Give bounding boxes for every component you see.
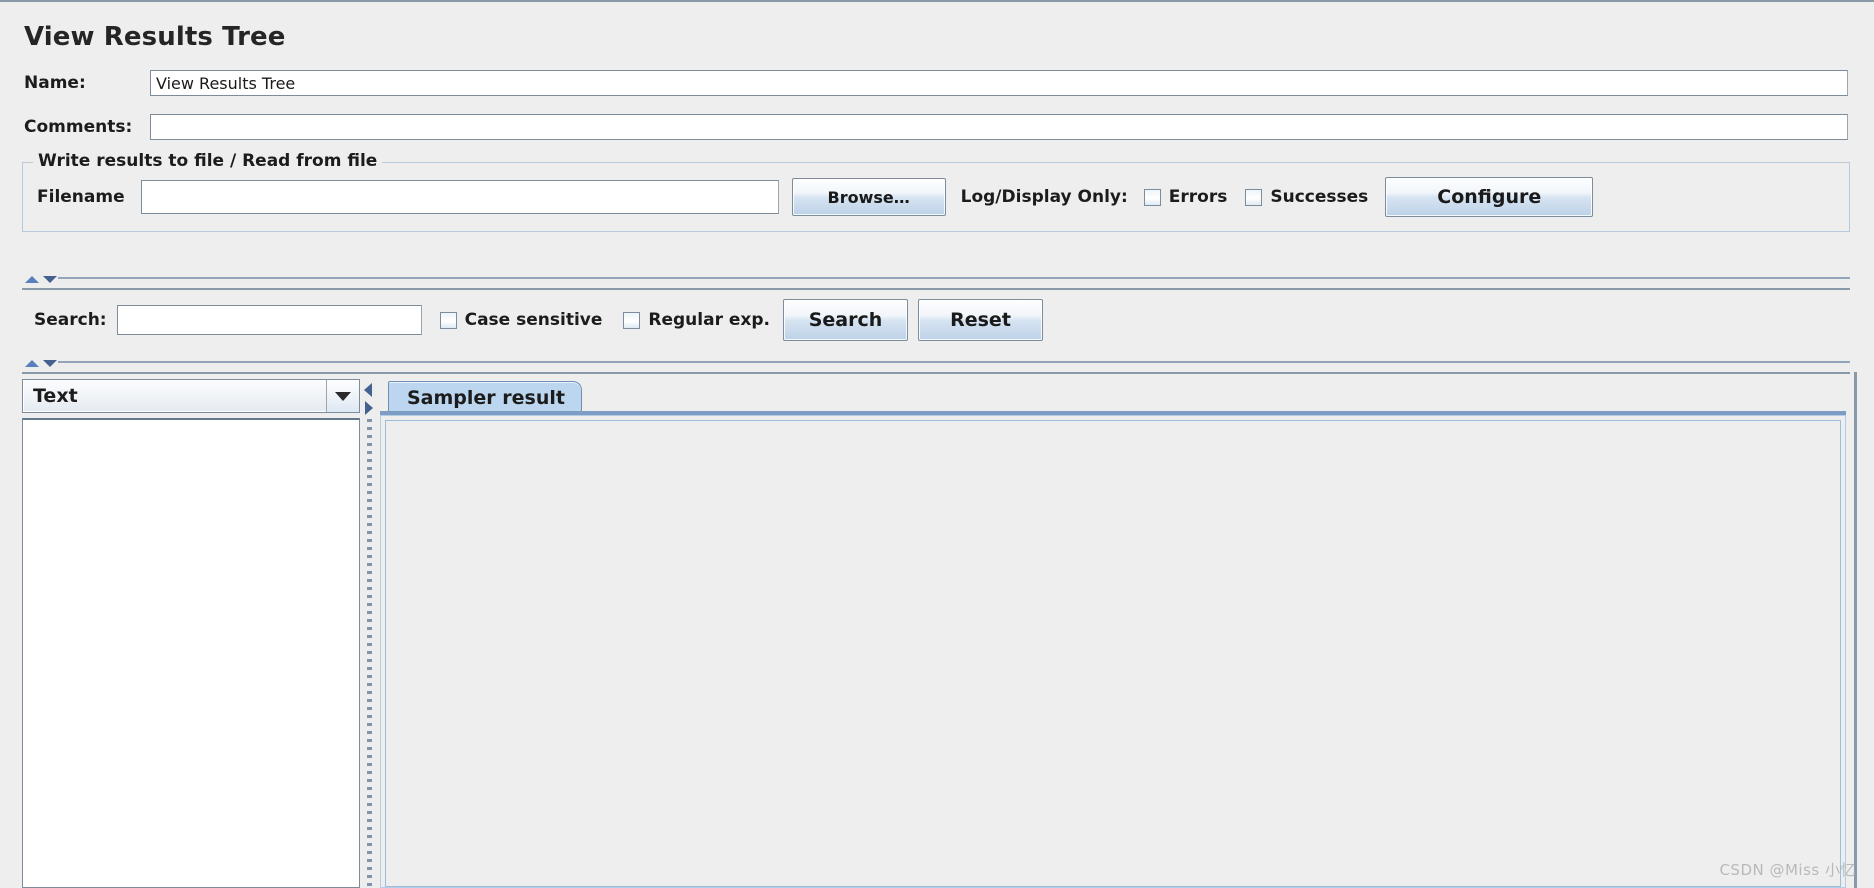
results-area: Text Sampler result bbox=[22, 372, 1850, 888]
splitter-bottom[interactable] bbox=[22, 358, 1850, 369]
comments-row: Comments: bbox=[24, 113, 1848, 141]
collapse-up-icon[interactable] bbox=[25, 276, 39, 283]
comments-label: Comments: bbox=[24, 117, 133, 137]
name-input[interactable]: View Results Tree bbox=[150, 70, 1848, 96]
panel-right-edge bbox=[1854, 372, 1857, 888]
regular-exp-checkbox[interactable]: Regular exp. bbox=[623, 310, 770, 330]
render-format-toggle[interactable] bbox=[326, 380, 359, 412]
collapse-down-icon[interactable] bbox=[43, 276, 57, 283]
filename-input[interactable] bbox=[140, 180, 779, 214]
render-format-value: Text bbox=[33, 385, 78, 407]
results-right-pane: Sampler result bbox=[380, 379, 1846, 888]
splitter-top-onetouch[interactable] bbox=[22, 274, 57, 285]
write-results-group-title: Write results to file / Read from file bbox=[33, 151, 383, 171]
case-sensitive-checkbox-box bbox=[439, 311, 457, 329]
successes-checkbox-label: Successes bbox=[1270, 187, 1369, 207]
successes-checkbox[interactable]: Successes bbox=[1245, 187, 1368, 207]
name-label: Name: bbox=[24, 73, 86, 93]
splitter-bottom-texture bbox=[58, 361, 1850, 366]
search-button-label: Search bbox=[808, 309, 883, 331]
results-left-pane: Text bbox=[22, 379, 360, 888]
splitter-top-texture bbox=[58, 277, 1850, 282]
sampler-result-panel bbox=[380, 415, 1846, 888]
watermark-text: CSDN @Miss 小忆 bbox=[1719, 861, 1856, 879]
sampler-result-content[interactable] bbox=[385, 420, 1841, 887]
search-label: Search: bbox=[34, 310, 107, 330]
splitter-vertical-onetouch[interactable] bbox=[363, 381, 377, 419]
results-tabstrip: Sampler result bbox=[380, 379, 1846, 415]
search-bar: Search: Case sensitive Regular exp. Sear… bbox=[22, 288, 1850, 350]
write-results-group: Write results to file / Read from file F… bbox=[22, 151, 1850, 232]
regular-exp-checkbox-box bbox=[623, 311, 641, 329]
errors-checkbox-box bbox=[1143, 188, 1161, 206]
write-results-group-body: Filename Browse… Log/Display Only: Error… bbox=[23, 163, 1849, 231]
errors-checkbox-label: Errors bbox=[1168, 187, 1228, 207]
page-title: View Results Tree bbox=[24, 22, 286, 52]
browse-button-label: Browse… bbox=[827, 187, 910, 207]
splitter-bottom-onetouch[interactable] bbox=[22, 358, 57, 369]
log-display-only-label: Log/Display Only: bbox=[960, 187, 1128, 207]
configure-button-label: Configure bbox=[1437, 186, 1542, 208]
case-sensitive-checkbox-label: Case sensitive bbox=[464, 310, 603, 330]
collapse-left-icon[interactable] bbox=[364, 383, 372, 397]
reset-button[interactable]: Reset bbox=[918, 299, 1044, 341]
splitter-vertical[interactable] bbox=[362, 379, 378, 888]
search-button[interactable]: Search bbox=[783, 299, 909, 341]
configure-button[interactable]: Configure bbox=[1385, 177, 1594, 217]
chevron-down-icon bbox=[335, 391, 351, 401]
case-sensitive-checkbox[interactable]: Case sensitive bbox=[439, 310, 603, 330]
view-results-tree-panel: View Results Tree Name: View Results Tre… bbox=[0, 0, 1874, 888]
collapse-up-icon[interactable] bbox=[25, 360, 39, 367]
splitter-top[interactable] bbox=[22, 274, 1850, 285]
reset-button-label: Reset bbox=[950, 309, 1011, 331]
collapse-down-icon[interactable] bbox=[43, 360, 57, 367]
tab-sampler-result-label: Sampler result bbox=[407, 386, 565, 409]
results-tree-list[interactable] bbox=[22, 418, 360, 888]
name-row: Name: View Results Tree bbox=[24, 69, 1848, 97]
filename-label: Filename bbox=[37, 187, 125, 207]
regular-exp-checkbox-label: Regular exp. bbox=[648, 310, 771, 330]
search-input[interactable] bbox=[116, 305, 422, 335]
successes-checkbox-box bbox=[1245, 188, 1263, 206]
collapse-right-icon[interactable] bbox=[365, 401, 373, 415]
browse-button[interactable]: Browse… bbox=[791, 178, 946, 216]
splitter-vertical-texture bbox=[367, 419, 372, 888]
tab-sampler-result[interactable]: Sampler result bbox=[388, 381, 582, 413]
comments-input[interactable] bbox=[150, 114, 1848, 140]
name-input-value: View Results Tree bbox=[156, 73, 296, 93]
render-format-dropdown[interactable]: Text bbox=[22, 379, 360, 413]
errors-checkbox[interactable]: Errors bbox=[1143, 187, 1228, 207]
